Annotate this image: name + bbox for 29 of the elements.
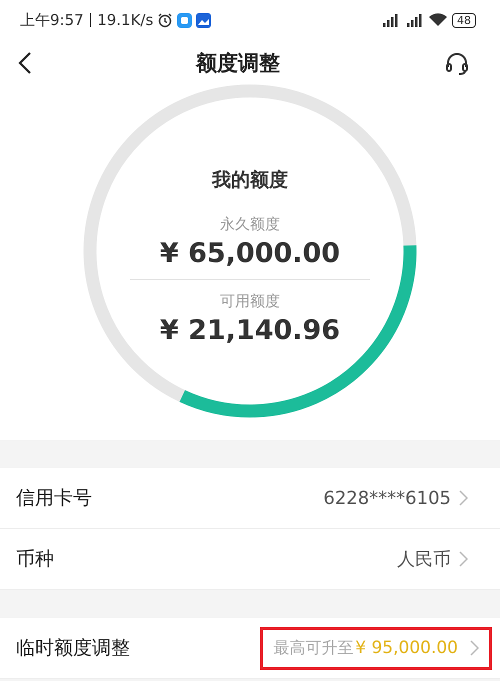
alarm-icon — [157, 12, 174, 28]
settings-row[interactable]: 币种 人民币 — [0, 529, 500, 590]
chevron-icon — [470, 640, 479, 656]
quota-amount: ¥ 21,140.96 — [160, 315, 340, 346]
settings-row[interactable]: 临时额度调整 最高可升至¥ 95,000.00 — [0, 618, 500, 679]
chevron-icon — [459, 551, 468, 567]
row-label: 临时额度调整 — [16, 636, 130, 661]
battery-level: 48 — [452, 12, 476, 28]
app-icon — [196, 12, 212, 28]
app-icon — [177, 12, 192, 28]
wifi-icon — [428, 13, 448, 27]
row-label: 信用卡号 — [16, 486, 92, 511]
quota-label: 永久额度 — [220, 215, 280, 234]
settings-row[interactable]: 信用卡号 6228****6105 — [0, 468, 500, 529]
row-value: 人民币 — [397, 548, 451, 571]
row-value: 6228****6105 — [323, 488, 451, 508]
page-title: 额度调整 — [196, 50, 280, 76]
signal-icon — [380, 13, 400, 27]
chevron-icon — [459, 490, 468, 506]
row-amount: ¥ 95,000.00 — [355, 638, 458, 658]
row-label: 币种 — [16, 547, 54, 572]
status-time: 上午9:57 — [20, 10, 84, 30]
quota-amount: ¥ 65,000.00 — [160, 238, 340, 269]
row-value: 最高可升至 — [273, 638, 354, 658]
quota-title: 我的额度 — [212, 168, 288, 193]
quota-label: 可用额度 — [220, 292, 280, 311]
signal-icon — [404, 13, 424, 27]
network-speed: 19.1K/s — [97, 11, 154, 29]
back-icon[interactable] — [18, 50, 32, 74]
